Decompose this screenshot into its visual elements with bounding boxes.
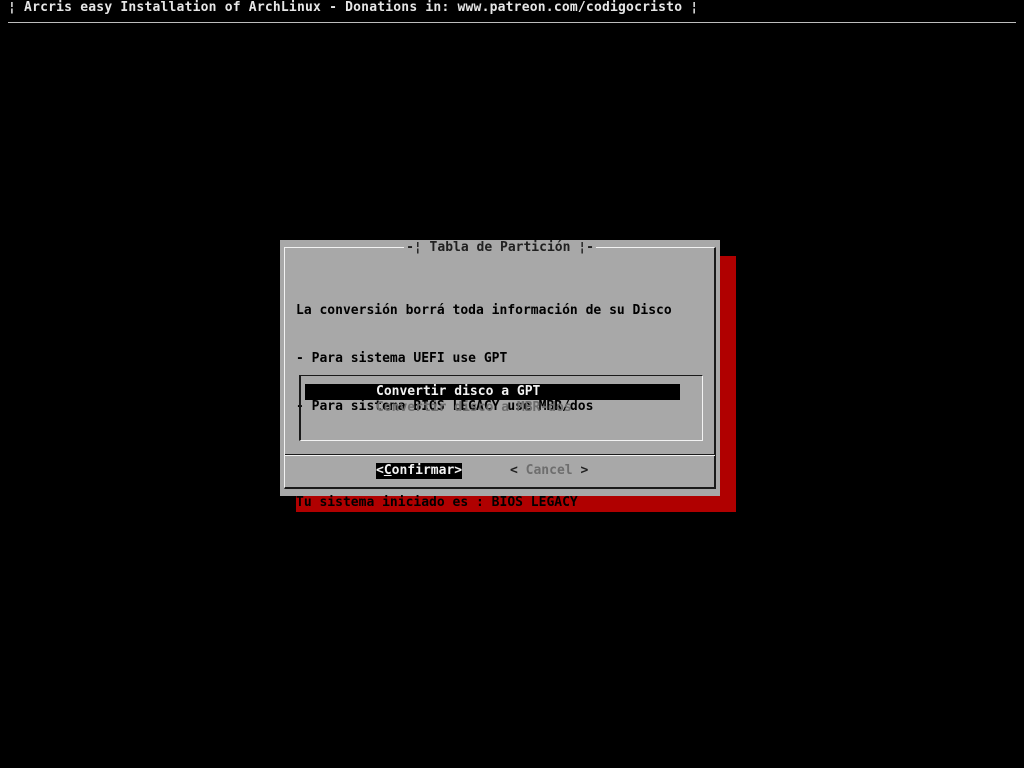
cancel-close-bracket: > bbox=[580, 463, 589, 478]
button-divider bbox=[285, 455, 715, 456]
dialog-title-text: -¦ Tabla de Partición ¦- bbox=[404, 240, 596, 256]
menu-item-convert-gpt[interactable]: Convertir disco a GPT bbox=[305, 384, 680, 400]
cancel-open-bracket: < bbox=[510, 463, 518, 478]
confirm-hotkey: C bbox=[383, 463, 392, 478]
confirm-button[interactable]: <Confirmar> bbox=[376, 463, 463, 479]
message-line: La conversión borrá toda información de … bbox=[296, 303, 672, 318]
confirm-label: onfirmar> bbox=[391, 463, 463, 478]
partition-table-dialog: -¦ Tabla de Partición ¦- La conversión b… bbox=[280, 240, 720, 510]
backtitle-divider bbox=[8, 22, 1016, 23]
confirm-open-bracket: < bbox=[376, 463, 384, 478]
menu-item-label: Convertir disco a GPT bbox=[376, 384, 541, 399]
cancel-button[interactable]: < Cancel > bbox=[510, 463, 588, 479]
menu-item-convert-mbr-dos[interactable]: Convertir disco a MBR-dos bbox=[305, 400, 680, 416]
cancel-label: Cancel bbox=[517, 463, 581, 478]
menu-item-label: Convertir disco a MBR-dos bbox=[376, 400, 572, 415]
backtitle: ¦ Arcris easy Installation of ArchLinux … bbox=[8, 0, 699, 15]
message-line: - Para sistema UEFI use GPT bbox=[296, 351, 508, 366]
message-line: Tu sistema iniciado es : BIOS LEGACY bbox=[296, 495, 578, 510]
dialog-title: -¦ Tabla de Partición ¦- bbox=[280, 240, 720, 256]
partition-menu: Convertir disco a GPT Convertir disco a … bbox=[299, 375, 703, 441]
